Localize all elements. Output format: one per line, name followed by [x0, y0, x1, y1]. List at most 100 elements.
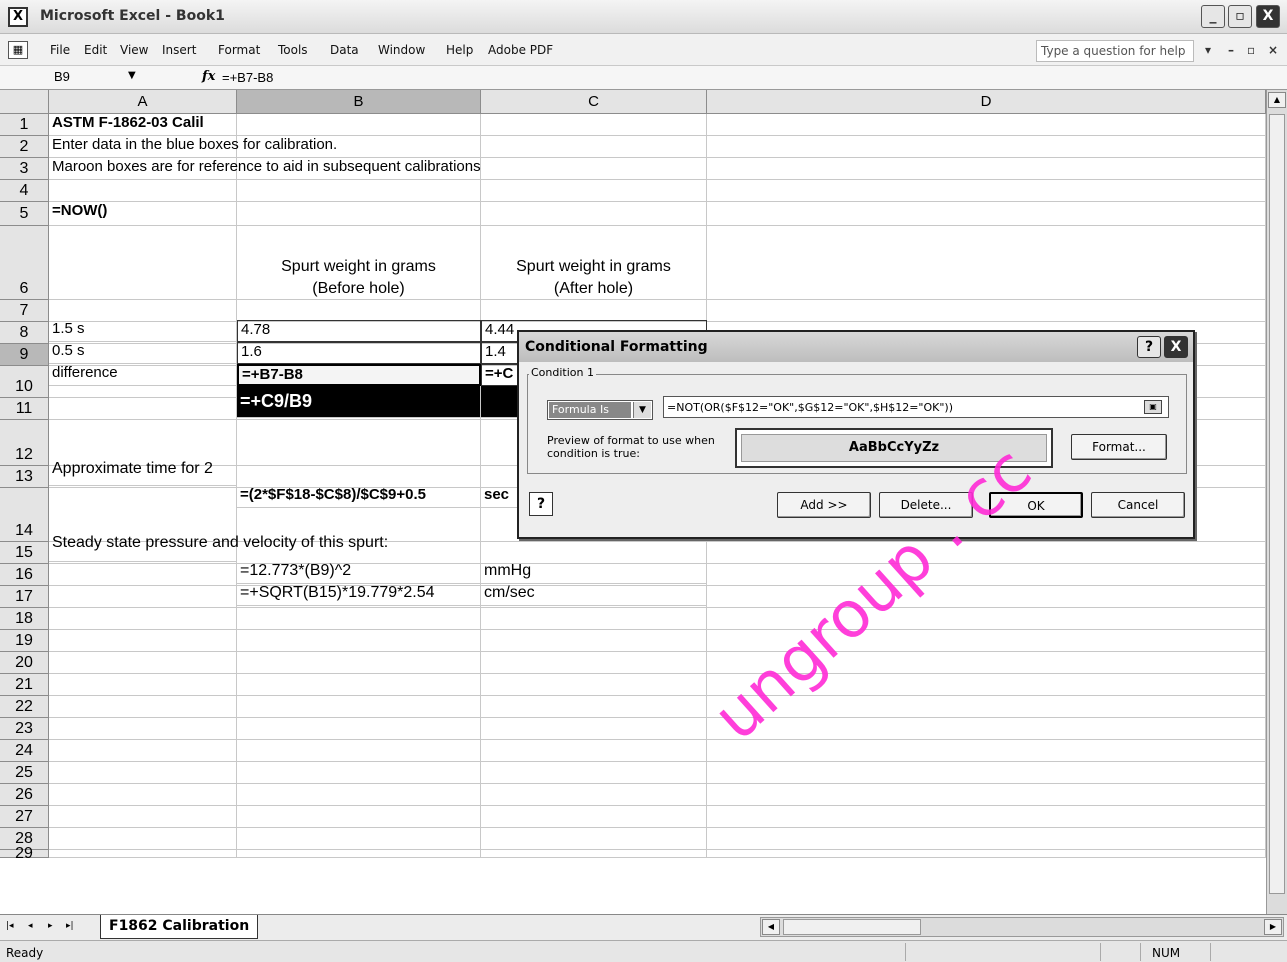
cell-a3[interactable]: Maroon boxes are for reference to aid in…: [49, 158, 481, 180]
doc-restore-button[interactable]: ▫: [1247, 43, 1255, 57]
column-header-c[interactable]: C: [481, 90, 707, 114]
row-header-14[interactable]: 14: [0, 488, 49, 542]
close-button[interactable]: X: [1256, 5, 1280, 28]
next-sheet-icon[interactable]: ▸: [48, 921, 53, 931]
last-sheet-icon[interactable]: ▸|: [66, 921, 74, 931]
column-header-a[interactable]: A: [49, 90, 237, 114]
cell-c16[interactable]: cm/sec: [481, 584, 707, 606]
row-header-10[interactable]: 10: [0, 366, 49, 398]
row-header-29[interactable]: 29: [0, 846, 49, 862]
delete-condition-button[interactable]: Delete...: [879, 492, 973, 518]
row-header-1[interactable]: 1: [0, 114, 49, 136]
row-header-12[interactable]: 12: [0, 420, 49, 466]
vertical-scroll-thumb[interactable]: [1269, 114, 1285, 894]
row-header-21[interactable]: 21: [0, 674, 49, 696]
restore-button[interactable]: ▫: [1228, 5, 1252, 28]
row-header-20[interactable]: 20: [0, 652, 49, 674]
menu-window[interactable]: Window: [378, 43, 425, 57]
row-header-2[interactable]: 2: [0, 136, 49, 158]
doc-minimize-button[interactable]: –: [1228, 43, 1234, 57]
vertical-scrollbar[interactable]: ▲: [1266, 90, 1287, 914]
add-condition-button[interactable]: Add >>: [777, 492, 871, 518]
cell-a8[interactable]: 0.5 s: [49, 342, 237, 364]
column-header-b[interactable]: B: [237, 90, 481, 114]
cell-c15[interactable]: mmHg: [481, 562, 707, 584]
condition-formula-input[interactable]: =NOT(OR($F$12="OK",$G$12="OK",$H$12="OK"…: [663, 396, 1169, 418]
cell-a1[interactable]: ASTM F-1862-03 Calil: [49, 114, 237, 136]
horizontal-scrollbar[interactable]: ◀ ▶: [760, 917, 1284, 937]
help-search-input[interactable]: Type a question for help: [1036, 40, 1194, 62]
menu-format[interactable]: Format: [218, 43, 260, 57]
sheet-tab-f1862-calibration[interactable]: F1862 Calibration: [100, 915, 259, 939]
row-header-9[interactable]: 9: [0, 344, 49, 366]
row-header-16[interactable]: 16: [0, 564, 49, 586]
scroll-left-icon[interactable]: ◀: [762, 919, 780, 935]
cell-b10[interactable]: =+C9/B9: [237, 386, 481, 418]
row-header-13[interactable]: 13: [0, 466, 49, 488]
row-header-11[interactable]: 11: [0, 398, 49, 420]
document-icon[interactable]: ▦: [8, 41, 28, 59]
scroll-right-icon[interactable]: ▶: [1264, 919, 1282, 935]
name-box-dropdown-icon[interactable]: ▼: [128, 70, 136, 81]
row-header-27[interactable]: 27: [0, 806, 49, 828]
row-header-5[interactable]: 5: [0, 202, 49, 226]
cell-a14[interactable]: Steady state pressure and velocity of th…: [49, 508, 388, 562]
doc-close-button[interactable]: ×: [1268, 43, 1278, 57]
first-sheet-icon[interactable]: |◂: [6, 921, 14, 931]
row-header-26[interactable]: 26: [0, 784, 49, 806]
cell-b9-active[interactable]: =+B7-B8: [237, 364, 481, 386]
row-header-19[interactable]: 19: [0, 630, 49, 652]
menu-view[interactable]: View: [120, 43, 148, 57]
help-dropdown-icon[interactable]: ▾: [1205, 43, 1211, 57]
cell-b13[interactable]: =(2*$F$18-$C$8)/$C$9+0.5: [237, 486, 481, 508]
collapse-dialog-icon[interactable]: ▣: [1144, 400, 1162, 414]
scroll-up-icon[interactable]: ▲: [1268, 92, 1286, 108]
column-header-d[interactable]: D: [707, 90, 1266, 114]
cell-a2[interactable]: Enter data in the blue boxes for calibra…: [49, 136, 337, 158]
cell-b6[interactable]: Spurt weight in grams (Before hole): [237, 226, 481, 300]
menu-file[interactable]: File: [50, 43, 70, 57]
horizontal-scroll-thumb[interactable]: [783, 919, 921, 935]
row-header-24[interactable]: 24: [0, 740, 49, 762]
cell-b15[interactable]: =12.773*(B9)^2: [237, 562, 481, 584]
row-header-18[interactable]: 18: [0, 608, 49, 630]
row-header-23[interactable]: 23: [0, 718, 49, 740]
cell-a9[interactable]: difference: [49, 364, 237, 386]
select-all-corner[interactable]: [0, 90, 49, 114]
row-header-4[interactable]: 4: [0, 180, 49, 202]
row-header-15[interactable]: 15: [0, 542, 49, 564]
cell-a7[interactable]: 1.5 s: [49, 320, 237, 342]
menu-tools[interactable]: Tools: [278, 43, 308, 57]
row-header-8[interactable]: 8: [0, 322, 49, 344]
menu-adobe-pdf[interactable]: Adobe PDF: [488, 43, 553, 57]
row-header-25[interactable]: 25: [0, 762, 49, 784]
menu-edit[interactable]: Edit: [84, 43, 107, 57]
dialog-close-button[interactable]: X: [1164, 336, 1188, 358]
minimize-button[interactable]: _: [1201, 5, 1225, 28]
condition-type-select[interactable]: Formula Is ▼: [547, 400, 653, 420]
row-header-7[interactable]: 7: [0, 300, 49, 322]
dropdown-arrow-icon[interactable]: ▼: [633, 402, 651, 418]
menu-insert[interactable]: Insert: [162, 43, 196, 57]
help-icon[interactable]: ?: [529, 492, 553, 516]
cell-a5[interactable]: =NOW(): [49, 202, 237, 226]
cell-b7[interactable]: 4.78: [237, 320, 481, 342]
menu-data[interactable]: Data: [330, 43, 359, 57]
insert-function-icon[interactable]: fx: [202, 69, 215, 84]
cell-b8[interactable]: 1.6: [237, 342, 481, 364]
dialog-help-button[interactable]: ?: [1137, 336, 1161, 358]
ok-button[interactable]: OK: [989, 492, 1083, 518]
cancel-button[interactable]: Cancel: [1091, 492, 1185, 518]
excel-app-icon[interactable]: X: [8, 7, 28, 27]
cell-b16[interactable]: =+SQRT(B15)*19.779*2.54: [237, 584, 481, 606]
row-header-17[interactable]: 17: [0, 586, 49, 608]
row-header-22[interactable]: 22: [0, 696, 49, 718]
row-header-6[interactable]: 6: [0, 226, 49, 300]
format-button[interactable]: Format...: [1071, 434, 1167, 460]
formula-input[interactable]: =+B7-B8: [222, 70, 273, 85]
row-header-3[interactable]: 3: [0, 158, 49, 180]
cell-c6[interactable]: Spurt weight in grams (After hole): [481, 226, 707, 300]
menu-help[interactable]: Help: [446, 43, 473, 57]
cell-a12[interactable]: Approximate time for 2: [49, 440, 237, 486]
prev-sheet-icon[interactable]: ◂: [28, 921, 33, 931]
